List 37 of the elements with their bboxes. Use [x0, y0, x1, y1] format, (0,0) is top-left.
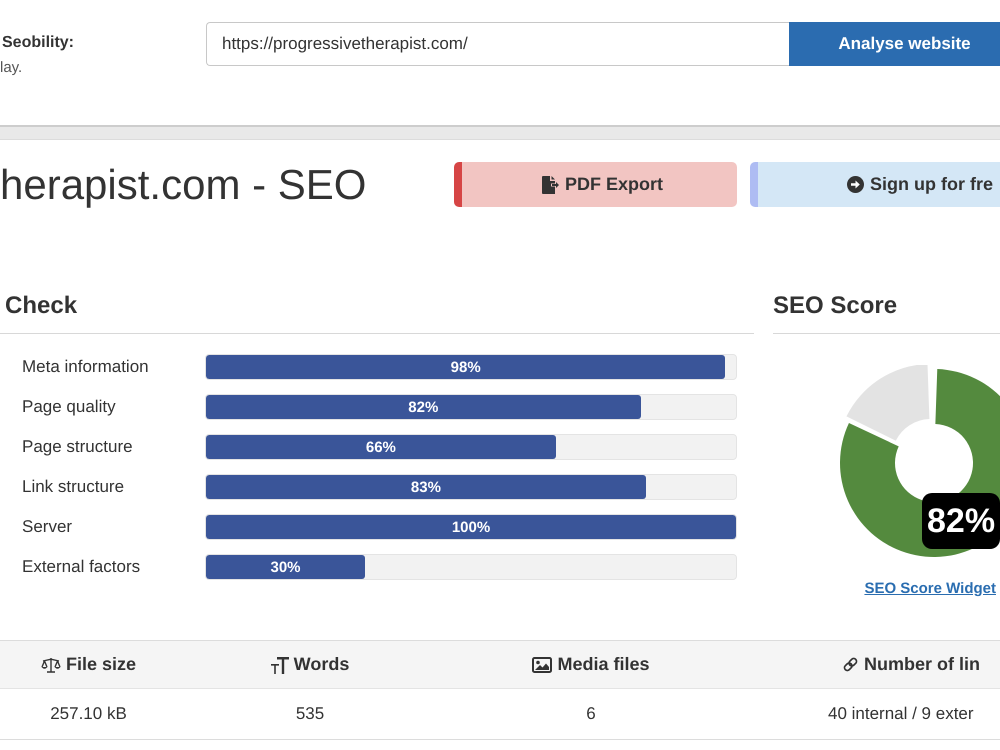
- image-icon: [532, 656, 552, 672]
- percentage-label: 30%: [270, 558, 301, 576]
- arrow-circle-icon: [847, 176, 864, 193]
- url-input-field[interactable]: https://progressivetherapist.com/: [206, 22, 789, 66]
- report-title: herapist.com - SEO: [0, 162, 368, 207]
- sign-up-button[interactable]: Sign up for fre: [750, 162, 1000, 207]
- analyse-button[interactable]: Analyse website: [789, 22, 1000, 66]
- check-label: Link structure: [21, 477, 126, 497]
- column-header: File size: [66, 654, 136, 675]
- section-heading: Check: [0, 285, 754, 334]
- column-header: Number of lin: [864, 654, 980, 675]
- check-label: External factors: [21, 557, 142, 577]
- percentage-label: 82%: [408, 398, 438, 416]
- percentage-label: 83%: [410, 478, 441, 496]
- check-label: Page quality: [21, 397, 117, 417]
- seo-score-widget-link[interactable]: SEO Score Widget: [864, 580, 996, 598]
- percentage-label: 66%: [366, 438, 396, 456]
- pdf-export-button[interactable]: PDF Export: [454, 162, 737, 207]
- score-value-label: 82%: [922, 493, 1000, 549]
- table-cell-text: 535: [294, 703, 326, 725]
- text-size-icon: [270, 656, 289, 674]
- table-cell-text: 257.10 kB: [49, 703, 128, 725]
- table-cell-text: 40 internal / 9 exter: [827, 703, 975, 725]
- percentage-label: 100%: [452, 518, 490, 536]
- link-icon: [842, 656, 859, 673]
- file-export-icon: [542, 176, 559, 194]
- intro-text: lay.: [0, 58, 22, 78]
- check-label: Server: [21, 517, 74, 537]
- column-header: Words: [294, 654, 350, 675]
- column-header: Media files: [557, 654, 650, 675]
- percentage-label: 98%: [450, 358, 481, 376]
- check-label: Meta information: [21, 357, 150, 377]
- intro-heading: Seobility:: [2, 33, 74, 53]
- scale-icon: [40, 656, 61, 672]
- check-label: Page structure: [21, 437, 134, 457]
- section-heading: SEO Score: [773, 285, 1000, 334]
- table-cell-text: 6: [585, 703, 597, 725]
